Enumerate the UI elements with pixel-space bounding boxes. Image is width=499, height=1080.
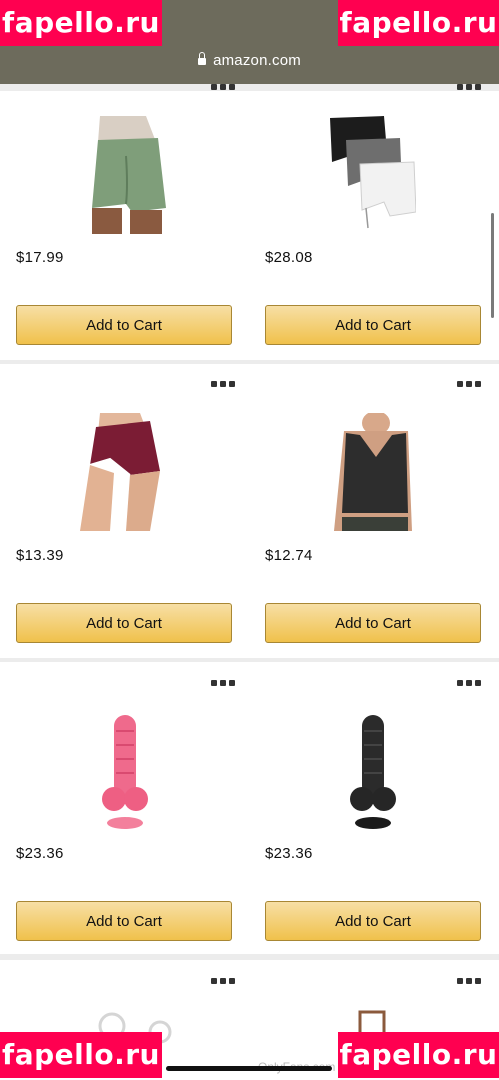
watermark-label: fapello.ru	[338, 0, 499, 46]
url-text: amazon.com	[213, 52, 301, 69]
product-price: $12.74	[265, 547, 313, 564]
add-to-cart-button[interactable]: Add to Cart	[265, 305, 481, 345]
more-options-icon[interactable]	[457, 381, 481, 387]
watermark-label: fapello.ru	[0, 1032, 162, 1078]
add-to-cart-button[interactable]: Add to Cart	[16, 901, 232, 941]
more-options-icon[interactable]	[211, 680, 235, 686]
address-bar[interactable]: amazon.com	[0, 52, 499, 69]
more-options-icon[interactable]	[457, 978, 481, 984]
product-image-three-shorts[interactable]	[326, 116, 416, 234]
home-indicator[interactable]	[166, 1066, 332, 1071]
scrollbar[interactable]	[491, 213, 494, 318]
lock-icon	[198, 52, 207, 65]
more-options-icon[interactable]	[211, 978, 235, 984]
product-price: $23.36	[16, 845, 64, 862]
product-image-black-toy[interactable]	[348, 711, 398, 831]
product-price: $28.08	[265, 249, 313, 266]
product-price: $13.39	[16, 547, 64, 564]
add-to-cart-button[interactable]: Add to Cart	[16, 305, 232, 345]
add-to-cart-button[interactable]: Add to Cart	[265, 901, 481, 941]
product-price: $17.99	[16, 249, 64, 266]
add-to-cart-button[interactable]: Add to Cart	[265, 603, 481, 643]
product-image-black-tank-top[interactable]	[326, 413, 420, 531]
product-image-pink-toy[interactable]	[100, 711, 150, 831]
more-options-icon[interactable]	[457, 84, 481, 90]
more-options-icon[interactable]	[211, 84, 235, 90]
product-image-green-shorts[interactable]	[86, 116, 166, 234]
product-price: $23.36	[265, 845, 313, 862]
watermark-label: fapello.ru	[0, 0, 162, 46]
more-options-icon[interactable]	[211, 381, 235, 387]
product-image-maroon-shorts[interactable]	[80, 413, 168, 531]
watermark-label: fapello.ru	[338, 1032, 499, 1078]
more-options-icon[interactable]	[457, 680, 481, 686]
add-to-cart-button[interactable]: Add to Cart	[16, 603, 232, 643]
